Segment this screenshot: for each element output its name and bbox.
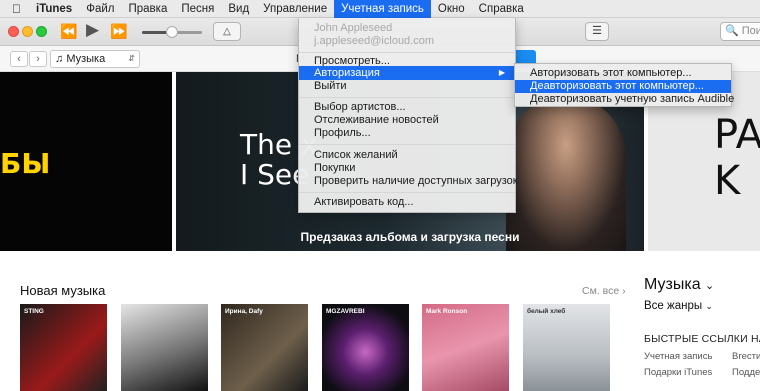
- media-selector-label: Музыка: [66, 53, 106, 65]
- user-name: John Appleseed: [314, 22, 393, 34]
- see-all-label: См. все: [582, 285, 620, 297]
- quick-link-redeem[interactable]: Вгести: [732, 351, 760, 362]
- back-arrow-icon[interactable]: ‹: [10, 51, 28, 67]
- menu-help[interactable]: Справка: [472, 0, 531, 18]
- album-cover[interactable]: Mark Ronson: [422, 304, 509, 391]
- menu-bar:  iTunes Файл Правка Песня Вид Управлени…: [0, 0, 760, 18]
- menu-item-news[interactable]: Отслеживание новостей: [299, 113, 515, 127]
- quick-link-account[interactable]: Учетная запись: [644, 351, 712, 362]
- close-window-button[interactable]: [8, 26, 19, 37]
- album-cover-text: Mark Ronson: [426, 308, 468, 315]
- menu-account[interactable]: Учетная запись: [334, 0, 431, 18]
- submenu-deauthorize-computer[interactable]: Деавторизовать этот компьютер...: [515, 80, 731, 93]
- fast-forward-icon[interactable]: ⏩: [110, 23, 127, 40]
- chevron-updown-icon: ⇵: [128, 54, 135, 63]
- banner-right-line2: K: [714, 158, 741, 204]
- zoom-window-button[interactable]: [36, 26, 47, 37]
- airplay-icon[interactable]: △: [213, 22, 241, 41]
- menu-view[interactable]: Вид: [221, 0, 256, 18]
- album-cover-text: белый хлеб: [527, 308, 566, 315]
- quick-links-title: БЫСТРЫЕ ССЫЛКИ НА: [644, 333, 760, 345]
- album-cover[interactable]: STING: [20, 304, 107, 391]
- banner-right-text: PA K: [714, 112, 760, 204]
- menu-file[interactable]: Файл: [79, 0, 121, 18]
- genres-selector[interactable]: Все жанры ⌄: [644, 300, 713, 312]
- menu-separator: [299, 192, 515, 193]
- album-cover[interactable]: Ирина, Dafy: [221, 304, 308, 391]
- menu-item-purchases[interactable]: Покупки: [299, 161, 515, 175]
- menu-item-authorization-label: Авторизация: [314, 67, 380, 79]
- submenu-authorize-computer[interactable]: Авторизовать этот компьютер...: [515, 67, 731, 80]
- genres-label: Все жанры: [644, 300, 703, 312]
- user-email: j.appleseed@icloud.com: [314, 35, 435, 47]
- submenu-deauthorize-audible[interactable]: Деавторизовать учетную запись Audible: [515, 93, 734, 106]
- menu-controls[interactable]: Управление: [256, 0, 334, 18]
- rewind-icon[interactable]: ⏪: [60, 23, 77, 40]
- volume-knob[interactable]: [166, 26, 178, 38]
- album-cover-text: Ирина, Dafy: [225, 308, 263, 315]
- chevron-down-icon: ⌄: [705, 280, 715, 292]
- banner-left-text: БЫ: [0, 147, 51, 180]
- minimize-window-button[interactable]: [22, 26, 33, 37]
- account-menu: John Appleseed j.appleseed@icloud.com Пр…: [298, 18, 518, 213]
- menu-separator: [299, 97, 515, 98]
- authorization-submenu: Авторизовать этот компьютер... Деавториз…: [514, 63, 734, 107]
- submenu-arrow-icon: ▶: [498, 68, 505, 77]
- chevron-down-icon: ⌄: [705, 301, 713, 311]
- sidebar-title[interactable]: Музыка ⌄: [644, 276, 714, 294]
- banner-left[interactable]: БЫ: [0, 72, 172, 251]
- menu-item-artists[interactable]: Выбор артистов...: [299, 100, 515, 114]
- quick-link-gifts[interactable]: Подарки iTunes: [644, 367, 712, 378]
- play-icon[interactable]: ▶: [86, 20, 99, 40]
- sidebar-title-label: Музыка: [644, 276, 701, 293]
- menu-item-redeem-code[interactable]: Активировать код...: [299, 195, 515, 209]
- section-title: Новая музыка: [20, 283, 106, 298]
- album-cover[interactable]: [121, 304, 208, 391]
- album-cover[interactable]: MGZAVREBI: [322, 304, 409, 391]
- menu-item-profile[interactable]: Профиль...: [299, 126, 515, 140]
- quick-link-support[interactable]: Поддер: [732, 367, 760, 378]
- menu-separator: [299, 144, 515, 145]
- menu-song[interactable]: Песня: [174, 0, 221, 18]
- menu-item-authorization[interactable]: Авторизация ▶: [299, 66, 515, 80]
- artist-photo: [506, 100, 626, 251]
- media-selector[interactable]: ♫ Музыка ⇵: [50, 50, 140, 68]
- album-cover-text: STING: [24, 308, 44, 315]
- menu-item-wishlist[interactable]: Список желаний: [299, 148, 515, 162]
- search-field[interactable]: 🔍 Поиск: [720, 22, 760, 41]
- apple-icon[interactable]: : [0, 0, 29, 18]
- list-icon[interactable]: ☰: [585, 22, 609, 41]
- search-placeholder: Поиск: [741, 25, 760, 37]
- menu-item-check-downloads[interactable]: Проверить наличие доступных загрузок: [299, 174, 518, 188]
- banner-caption: Предзаказ альбома и загрузка песни: [300, 230, 520, 244]
- see-all-link[interactable]: См. все ›: [582, 285, 626, 297]
- menu-separator: [299, 52, 515, 53]
- album-cover[interactable]: белый хлеб: [523, 304, 610, 391]
- album-cover-text: MGZAVREBI: [326, 308, 365, 315]
- menu-item-sign-out[interactable]: Выйти: [299, 79, 515, 93]
- banner-right-line1: PA: [714, 112, 760, 158]
- menu-edit[interactable]: Правка: [122, 0, 175, 18]
- forward-arrow-icon[interactable]: ›: [29, 51, 47, 67]
- menu-itunes[interactable]: iTunes: [29, 0, 79, 18]
- menu-window[interactable]: Окно: [431, 0, 472, 18]
